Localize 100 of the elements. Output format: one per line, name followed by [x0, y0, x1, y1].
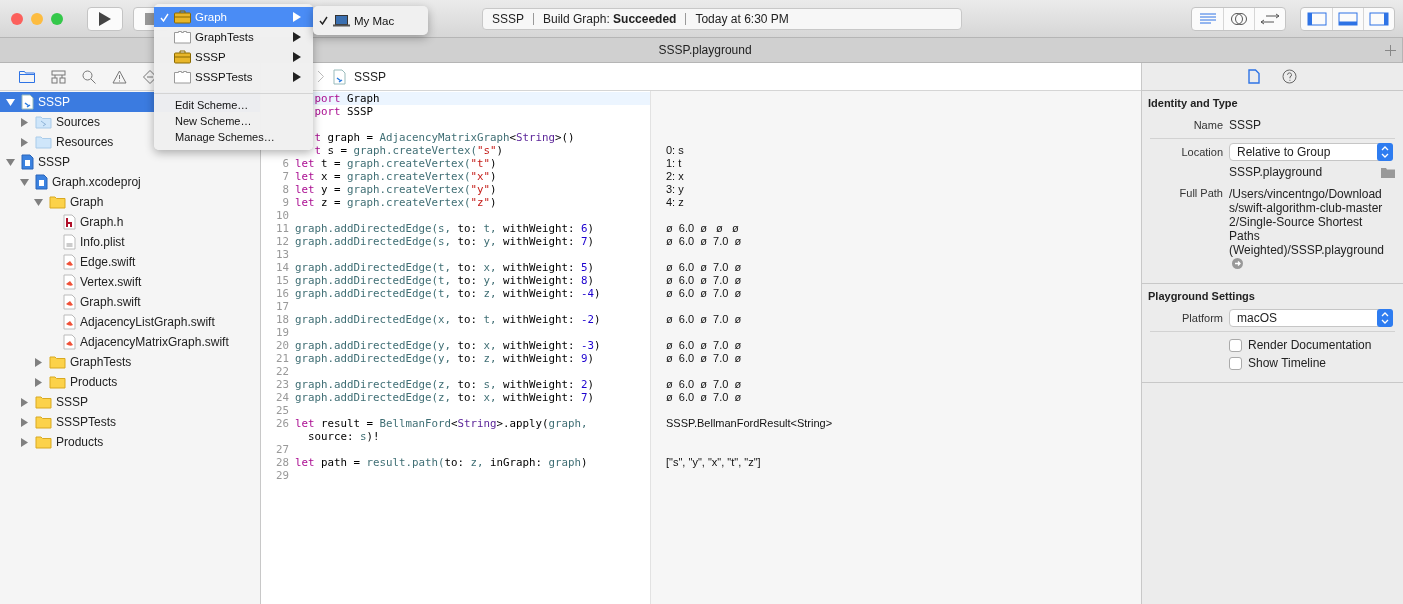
- line-number: 20: [276, 339, 289, 352]
- result-value: ø 6.0 ø 7.0 ø: [666, 261, 742, 273]
- menu-item[interactable]: Manage Schemes…: [154, 129, 313, 145]
- platform-select[interactable]: macOS: [1229, 309, 1393, 327]
- line-number: 23: [276, 378, 289, 391]
- menu-item[interactable]: GraphTests: [154, 27, 313, 47]
- result-value: ø 6.0 ø ø ø: [666, 222, 739, 234]
- code-line: graph.addDirectedEdge(t, to: y, withWeight: 8): [295, 274, 595, 287]
- breadcrumb-item[interactable]: SSSP: [354, 69, 386, 84]
- result-value: ø 6.0 ø 7.0 ø: [666, 274, 742, 286]
- tree-item[interactable]: Info.plist: [0, 232, 260, 252]
- tree-item[interactable]: Graph: [0, 192, 260, 212]
- menu-item[interactable]: SSSPTests: [154, 67, 313, 87]
- status-message: Build Graph: Succeeded: [543, 11, 677, 26]
- result-value: ø 6.0 ø 7.0 ø: [666, 235, 742, 247]
- tree-item[interactable]: SSSPTests: [0, 412, 260, 432]
- checkbox-label[interactable]: Show Timeline: [1248, 356, 1327, 370]
- code-line: graph.addDirectedEdge(t, to: z, withWeight: -4): [295, 287, 601, 300]
- location-select[interactable]: Relative to Group: [1229, 143, 1393, 161]
- code-line: let y = graph.createVertex("y"): [295, 183, 497, 196]
- result-value: 3: y: [666, 183, 684, 195]
- line-number: 7: [282, 170, 289, 183]
- line-number: 24: [276, 391, 289, 404]
- line-number: 28: [276, 456, 289, 469]
- tree-item[interactable]: Graph.swift: [0, 292, 260, 312]
- tree-item[interactable]: Vertex.swift: [0, 272, 260, 292]
- line-number: 27: [276, 443, 289, 456]
- menu-item[interactable]: New Scheme…: [154, 113, 313, 129]
- code-line: graph.addDirectedEdge(s, to: t, withWeight: 6): [295, 222, 595, 235]
- code-line: let z = graph.createVertex("z"): [295, 196, 497, 209]
- code-line: graph.addDirectedEdge(y, to: z, withWeight: 9): [295, 352, 595, 365]
- line-number: 16: [276, 287, 289, 300]
- field-label: Name: [1192, 119, 1223, 131]
- status-project: SSSP: [492, 11, 524, 26]
- result-value: 2: x: [666, 170, 684, 182]
- line-number: 13: [276, 248, 289, 261]
- tree-item[interactable]: Graph.h: [0, 212, 260, 232]
- line-number: 25: [276, 404, 289, 417]
- result-value: SSSP.BellmanFordResult<String>: [666, 417, 833, 429]
- result-value: ø 6.0 ø 7.0 ø: [666, 287, 742, 299]
- full-path-text: /Users/vincentngo/Downloads/swift-algorithm-club-master 2/Single-Source Shortest Paths (Weighted)/SSSP.playground: [1229, 187, 1387, 271]
- code-line: let result = BellmanFord<String>.apply(graph,: [295, 417, 588, 430]
- code-line: let t = graph.createVertex("t"): [295, 157, 497, 170]
- line-number: 8: [282, 183, 289, 196]
- code-line: let path = result.path(to: z, inGraph: graph): [295, 456, 588, 469]
- tree-item[interactable]: SSSP: [0, 152, 260, 172]
- code-line: port Graph: [313, 92, 380, 105]
- code-line: graph.addDirectedEdge(y, to: x, withWeight: -3): [295, 339, 601, 352]
- line-number: 26: [276, 417, 289, 430]
- result-value: ["s", "y", "x", "t", "z"]: [666, 456, 761, 468]
- code-line: t graph = AdjacencyMatrixGraph<String>(): [313, 131, 575, 144]
- tree-item[interactable]: AdjacencyMatrixGraph.swift: [0, 332, 260, 352]
- line-number: 18: [276, 313, 289, 326]
- line-number: 29: [276, 469, 289, 482]
- result-value: 0: s: [666, 144, 684, 156]
- code-line: graph.addDirectedEdge(t, to: x, withWeight: 5): [295, 261, 595, 274]
- tree-item[interactable]: Graph.xcodeproj: [0, 172, 260, 192]
- code-line: port SSSP: [313, 105, 374, 118]
- line-number: 11: [276, 222, 289, 235]
- editor-tab[interactable]: SSSP.playground: [330, 38, 1080, 62]
- result-value: ø 6.0 ø 7.0 ø: [666, 339, 742, 351]
- result-value: 4: z: [666, 196, 684, 208]
- line-number: 15: [276, 274, 289, 287]
- code-line: graph.addDirectedEdge(z, to: x, withWeight: 7): [295, 391, 595, 404]
- checkbox-label[interactable]: Render Documentation: [1248, 338, 1372, 352]
- code-line: graph.addDirectedEdge(x, to: t, withWeight: -2): [295, 313, 601, 326]
- tree-item[interactable]: SSSP: [0, 392, 260, 412]
- tree-item[interactable]: Edge.swift: [0, 252, 260, 272]
- file-name: SSSP.playground: [1229, 165, 1324, 179]
- line-number: 22: [276, 365, 289, 378]
- line-number: 19: [276, 326, 289, 339]
- field-label: Location: [1180, 146, 1223, 158]
- code-line: let x = graph.createVertex("x"): [295, 170, 497, 183]
- code-line: graph.addDirectedEdge(s, to: y, withWeight: 7): [295, 235, 595, 248]
- tree-item[interactable]: Products: [0, 372, 260, 392]
- menu-item[interactable]: SSSP: [154, 47, 313, 67]
- field-label: Platform: [1181, 312, 1223, 324]
- result-value: ø 6.0 ø 7.0 ø: [666, 391, 742, 403]
- status-time: Today at 6:30 PM: [695, 11, 789, 26]
- line-number: 21: [276, 352, 289, 365]
- tree-item[interactable]: Products: [0, 432, 260, 452]
- tree-item[interactable]: GraphTests: [0, 352, 260, 372]
- name-value: SSSP: [1229, 118, 1261, 132]
- tree-item[interactable]: AdjacencyListGraph.swift: [0, 312, 260, 332]
- result-value: ø 6.0 ø 7.0 ø: [666, 352, 742, 364]
- line-number: 14: [276, 261, 289, 274]
- result-value: ø 6.0 ø 7.0 ø: [666, 378, 742, 390]
- result-value: ø 6.0 ø 7.0 ø: [666, 313, 742, 325]
- line-number: 10: [276, 209, 289, 222]
- menu-item[interactable]: My Mac: [313, 10, 428, 31]
- code-line: graph.addDirectedEdge(z, to: s, withWeight: 2): [295, 378, 595, 391]
- code-line: t s = graph.createVertex("s"): [313, 144, 504, 157]
- field-label: Full Path: [1178, 187, 1223, 199]
- section-title: Playground Settings: [1148, 290, 1256, 302]
- line-number: 9: [282, 196, 289, 209]
- code-line: source: s)!: [307, 430, 380, 443]
- line-number: 6: [282, 157, 289, 170]
- line-number: 17: [276, 300, 289, 313]
- section-title: Identity and Type: [1148, 97, 1239, 109]
- line-number: 12: [276, 235, 289, 248]
